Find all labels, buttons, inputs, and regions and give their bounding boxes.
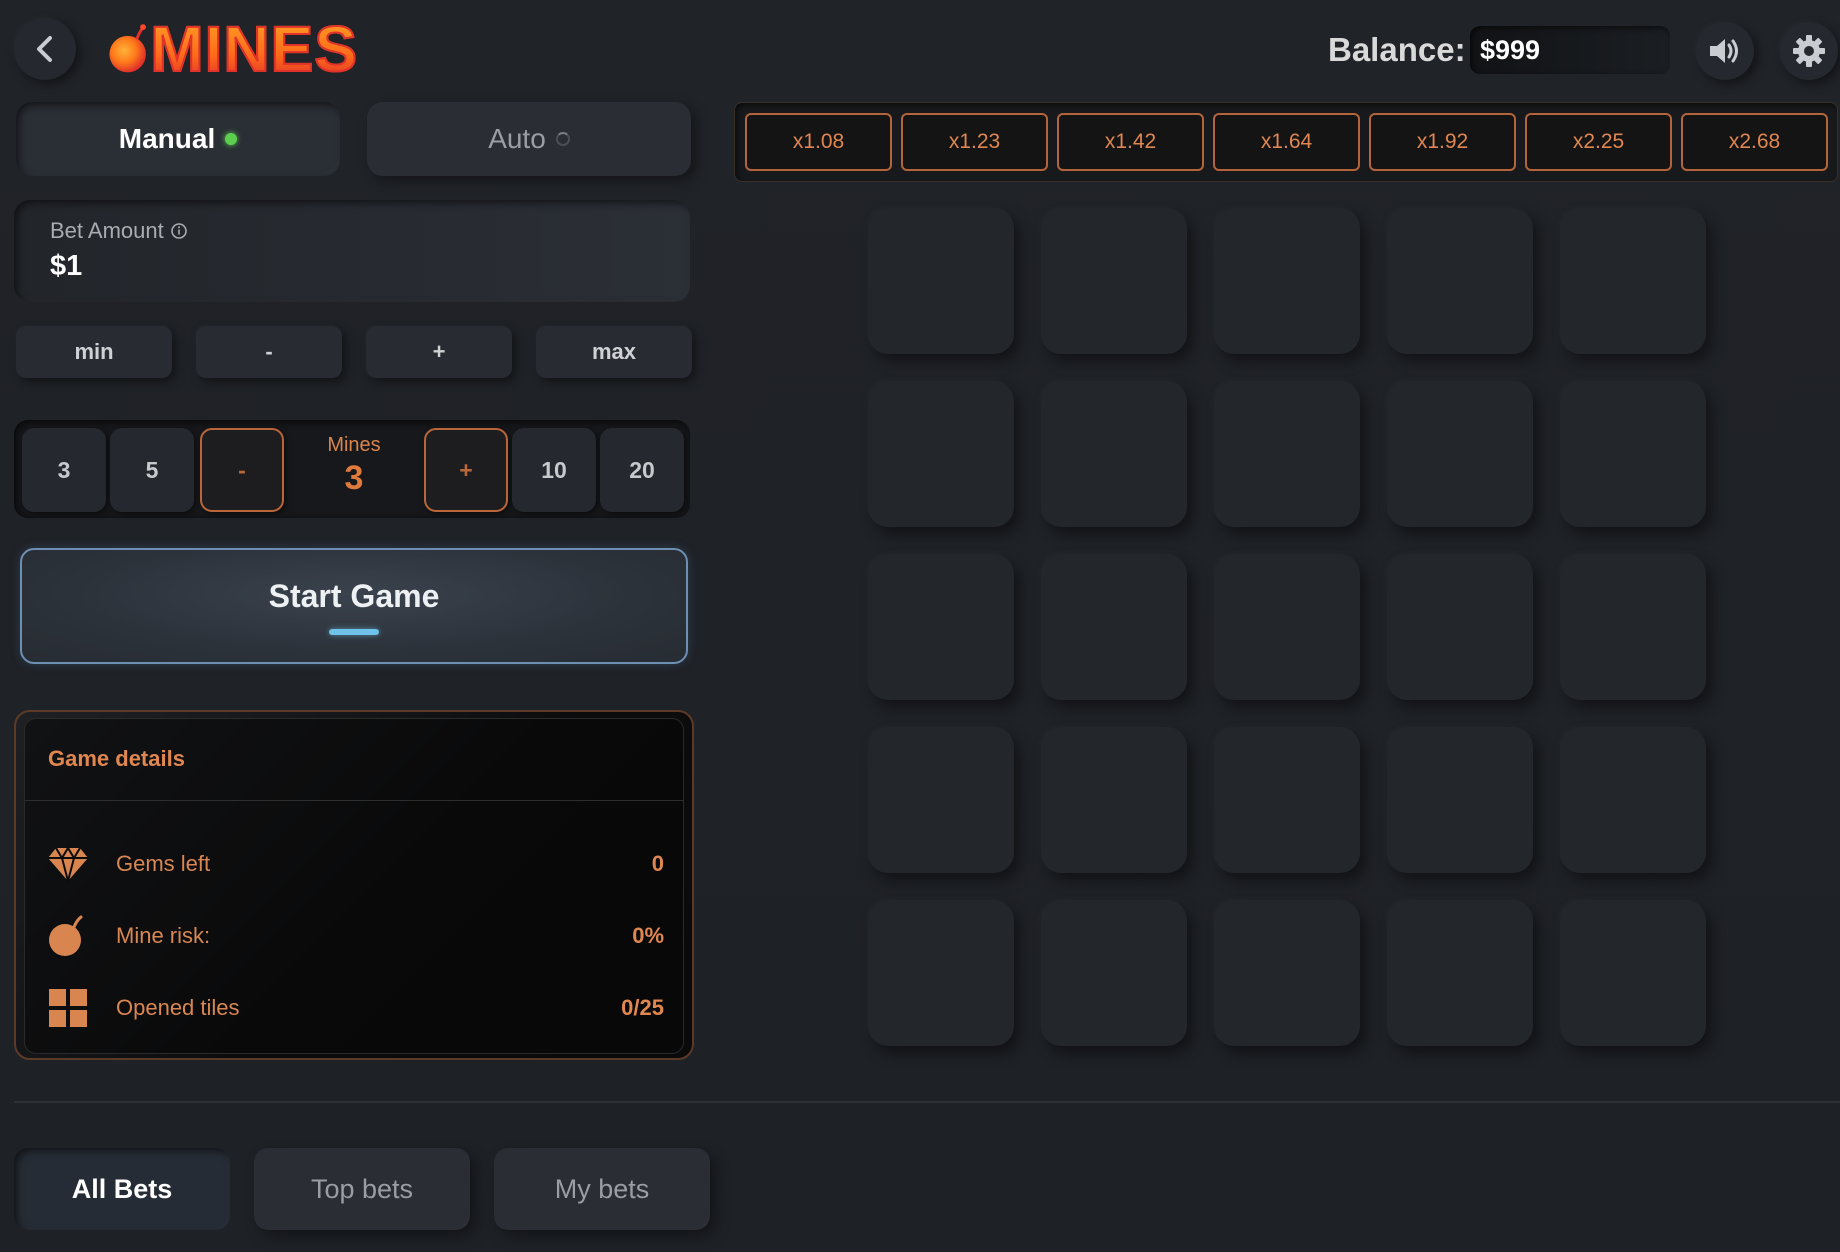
balance-label: Balance: xyxy=(1328,31,1466,68)
tab-auto-label: Auto xyxy=(488,123,546,154)
board-tile[interactable] xyxy=(1041,900,1187,1046)
tab-auto[interactable]: Auto xyxy=(367,102,691,176)
divider xyxy=(24,800,684,801)
multiplier-chip: x1.23 xyxy=(901,113,1048,171)
bet-decrease-button[interactable]: - xyxy=(196,326,342,378)
mines-preset-20[interactable]: 20 xyxy=(600,428,684,512)
detail-row-gems: Gems left 0 xyxy=(46,842,664,886)
bet-max-button[interactable]: max xyxy=(536,326,692,378)
grid-icon xyxy=(46,986,90,1030)
detail-row-opened-tiles: Opened tiles 0/25 xyxy=(46,986,664,1030)
board-tile[interactable] xyxy=(1214,900,1360,1046)
gear-icon xyxy=(1793,35,1825,67)
game-details-panel: Game details Gems left 0 Mine risk: 0% O… xyxy=(14,710,694,1060)
board-tile[interactable] xyxy=(1387,727,1533,873)
multiplier-chip: x1.92 xyxy=(1369,113,1516,171)
tab-all-bets[interactable]: All Bets xyxy=(14,1148,230,1230)
active-dot-icon xyxy=(225,133,238,145)
mines-preset-10[interactable]: 10 xyxy=(512,428,596,512)
board-tile[interactable] xyxy=(1560,727,1706,873)
board-tile[interactable] xyxy=(1214,554,1360,700)
mines-value: 3 xyxy=(344,459,364,497)
board-tile[interactable] xyxy=(868,727,1014,873)
multiplier-chip: x2.25 xyxy=(1525,113,1672,171)
tab-top-bets[interactable]: Top bets xyxy=(254,1148,470,1230)
detail-label: Opened tiles xyxy=(116,995,240,1020)
tab-manual-label: Manual xyxy=(118,123,216,154)
board-tile[interactable] xyxy=(1387,554,1533,700)
board-tile[interactable] xyxy=(1214,727,1360,873)
bet-min-button[interactable]: min xyxy=(16,326,172,378)
tab-my-bets[interactable]: My bets xyxy=(494,1148,710,1230)
detail-value: 0/25 xyxy=(621,995,664,1020)
detail-label: Gems left xyxy=(116,851,211,876)
bet-amount-label: Bet Amount xyxy=(50,218,164,243)
multiplier-chip: x1.64 xyxy=(1213,113,1360,171)
diamond-icon xyxy=(46,842,90,886)
detail-label: Mine risk: xyxy=(116,923,211,948)
mines-preset-3[interactable]: 3 xyxy=(22,428,106,512)
start-game-indicator xyxy=(329,628,379,635)
multiplier-bar: x1.08 x1.23 x1.42 x1.64 x1.92 x2.25 x2.6… xyxy=(734,102,1838,182)
multiplier-chip: x2.68 xyxy=(1681,113,1828,171)
settings-button[interactable] xyxy=(1780,22,1838,80)
board-tile[interactable] xyxy=(1560,208,1706,354)
mines-count-display: Mines 3 xyxy=(290,434,418,512)
board-tile[interactable] xyxy=(868,381,1014,527)
board-tile[interactable] xyxy=(1214,381,1360,527)
multiplier-chip: x1.08 xyxy=(745,113,892,171)
board-tile[interactable] xyxy=(1214,208,1360,354)
board-tile[interactable] xyxy=(1041,727,1187,873)
board-tile[interactable] xyxy=(1560,381,1706,527)
mines-increase-button[interactable]: + xyxy=(424,428,508,512)
balance-value: $999 xyxy=(1470,26,1670,74)
game-details-title: Game details xyxy=(48,746,185,771)
bet-amount-label-wrap: Bet Amount xyxy=(50,218,188,244)
game-board xyxy=(868,208,1706,1046)
board-tile[interactable] xyxy=(1387,900,1533,1046)
board-tile[interactable] xyxy=(1041,554,1187,700)
start-game-label: Start Game xyxy=(268,577,440,614)
back-button[interactable] xyxy=(14,18,76,80)
logo: MINES xyxy=(108,14,358,84)
tab-manual[interactable]: Manual xyxy=(16,102,340,176)
board-tile[interactable] xyxy=(1560,900,1706,1046)
mines-label: Mines xyxy=(327,434,381,456)
detail-value: 0 xyxy=(651,851,664,876)
chevron-left-icon xyxy=(37,36,52,62)
board-tile[interactable] xyxy=(1041,381,1187,527)
bet-amount-field[interactable]: Bet Amount $1 xyxy=(14,200,690,302)
board-tile[interactable] xyxy=(868,554,1014,700)
bet-increase-button[interactable]: + xyxy=(366,326,512,378)
mines-selector: 3 5 - Mines 3 + 10 20 xyxy=(14,420,690,518)
loading-ring-icon xyxy=(555,132,570,146)
bomb-logo-icon xyxy=(109,24,146,73)
board-tile[interactable] xyxy=(1560,554,1706,700)
divider xyxy=(14,1101,1840,1103)
bet-amount-value: $1 xyxy=(50,250,83,282)
speaker-icon xyxy=(1710,39,1738,63)
mines-preset-5[interactable]: 5 xyxy=(110,428,194,512)
multiplier-chip: x1.42 xyxy=(1057,113,1204,171)
detail-row-mine-risk: Mine risk: 0% xyxy=(46,914,664,958)
board-tile[interactable] xyxy=(868,900,1014,1046)
board-tile[interactable] xyxy=(868,208,1014,354)
board-tile[interactable] xyxy=(1041,208,1187,354)
board-tile[interactable] xyxy=(1387,208,1533,354)
mines-decrease-button[interactable]: - xyxy=(200,428,284,512)
bomb-icon xyxy=(46,914,90,958)
logo-text: MINES xyxy=(149,13,358,85)
detail-value: 0% xyxy=(632,923,664,948)
board-tile[interactable] xyxy=(1387,381,1533,527)
start-game-button[interactable]: Start Game xyxy=(20,548,688,664)
sound-button[interactable] xyxy=(1696,22,1754,80)
info-icon xyxy=(170,223,187,239)
